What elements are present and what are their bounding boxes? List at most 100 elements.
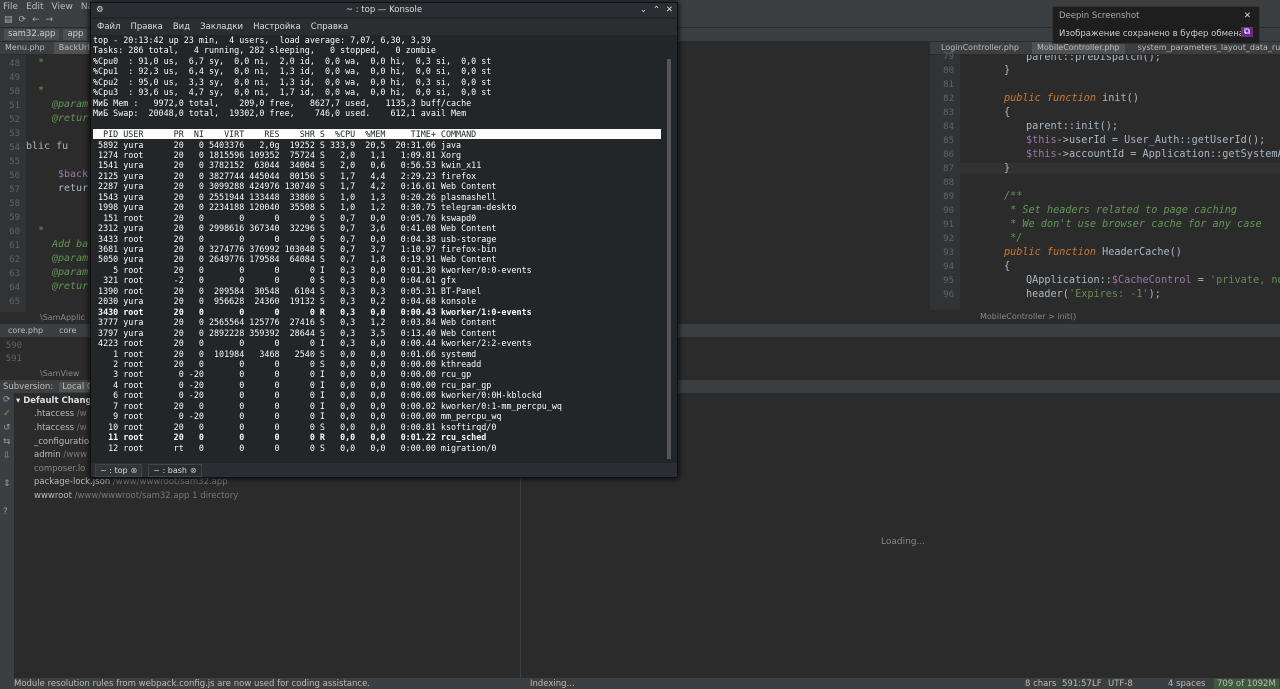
sync-icon[interactable]: ⟳	[19, 15, 27, 25]
vcs-item[interactable]: wwwroot /www/wwwroot/sam32.app 1 directo…	[34, 491, 238, 501]
status-indent[interactable]: 4 spaces	[1168, 679, 1205, 689]
right-code-editor[interactable]: parent::preDispatch(); } public function…	[960, 55, 1280, 310]
line-number: 84	[943, 122, 954, 132]
konsole-menubar: Файл Правка Вид Закладки Настройка Справ…	[91, 19, 677, 35]
status-selection: 8 chars	[1025, 678, 1057, 689]
line-number: 52	[9, 115, 20, 125]
konsole-titlebar[interactable]: ⚙ ~ : top — Konsole ⌄ ⌃ ✕	[91, 3, 677, 17]
line-number: 92	[943, 234, 954, 244]
breadcrumb-app[interactable]: app	[63, 29, 88, 40]
tab-menu-php[interactable]: Menu.php	[0, 42, 50, 54]
close-tab-icon[interactable]: ⊗	[131, 465, 138, 476]
line-number: 88	[943, 178, 954, 188]
terminal-scrollbar[interactable]	[667, 59, 671, 459]
konsole-window[interactable]: ⚙ ~ : top — Konsole ⌄ ⌃ ✕ Файл Правка Ви…	[90, 2, 678, 478]
menu-edit[interactable]: Edit	[26, 2, 43, 12]
process-row: 2312 yura 20 0 2998616 367340 32296 S 0,…	[93, 223, 497, 234]
tab-core-php[interactable]: core.php	[3, 325, 48, 337]
menu-view[interactable]: View	[52, 2, 73, 12]
status-memory[interactable]: 709 of 1092M	[1214, 678, 1279, 689]
status-indexing[interactable]: Indexing...	[530, 679, 575, 689]
code-line: @retur	[52, 281, 89, 292]
code-line-current: }	[960, 163, 1280, 174]
update-icon[interactable]: ⇩	[3, 451, 11, 461]
line-number: 56	[9, 171, 20, 181]
code-line: */	[1004, 233, 1023, 244]
vcs-item[interactable]: composer.lo	[34, 464, 85, 474]
menu-file[interactable]: File	[3, 2, 18, 12]
vcs-item[interactable]: .htaccess /w	[34, 423, 87, 433]
process-row: 2287 yura 20 0 3099288 424976 130740 S 1…	[93, 181, 497, 192]
process-row: 4223 root 20 0 0 0 0 I 0,3 0,0 0:00.44 k…	[93, 338, 532, 349]
line-number: 94	[943, 262, 954, 272]
status-position[interactable]: 591:57	[1062, 679, 1092, 689]
back-icon[interactable]: ←	[32, 15, 40, 25]
top-summary-line: %Cpu0 : 91,0 us, 6,7 sy, 0,0 ni, 2,0 id,…	[93, 55, 492, 66]
status-encoding[interactable]: UTF-8	[1108, 679, 1133, 689]
process-row: 5 root 20 0 0 0 0 I 0,3 0,0 0:01.30 kwor…	[93, 264, 532, 275]
crop-icon: ⧉	[1240, 27, 1253, 37]
window-menu-icon[interactable]: ⚙	[96, 3, 104, 17]
process-row: 10 root 20 0 0 0 0 S 0,0 0,0 0:00.81 kso…	[93, 421, 497, 432]
menu-file[interactable]: Файл	[97, 22, 120, 32]
vcs-item[interactable]: .htaccess /w	[34, 409, 87, 419]
menu-settings[interactable]: Настройка	[253, 22, 301, 32]
menu-bookmarks[interactable]: Закладки	[200, 22, 243, 32]
notification-message: Изображение сохранено в буфер обмена	[1059, 29, 1245, 39]
forward-icon[interactable]: →	[46, 15, 54, 25]
commit-icon[interactable]: ✓	[3, 409, 11, 419]
right-line-gutter: 79 80 81 82 83 84 85 86 87 88 89 90 91 92 93 94 95 96	[930, 52, 960, 310]
maximize-icon[interactable]: ⌃	[653, 3, 660, 17]
close-icon[interactable]: ✕	[666, 3, 673, 17]
screenshot-notification[interactable]: Deepin Screenshot Изображение сохранено …	[1052, 6, 1260, 44]
line-number: 80	[943, 66, 954, 76]
mid-breadcrumb-left: \SamApplic	[40, 313, 85, 322]
line-number: 55	[9, 157, 20, 167]
line-number: 91	[943, 220, 954, 230]
line-number: 83	[943, 108, 954, 118]
code-line: {	[1004, 261, 1011, 272]
status-message[interactable]: Module resolution rules from webpack.con…	[14, 679, 370, 689]
left-code-editor[interactable]: * * @param @retur blic fu $back retur * Add ba @p…	[26, 55, 90, 312]
process-row: 12 root rt 0 0 0 0 S 0,0 0,0 0:00.00 mig…	[93, 442, 497, 453]
code-line: header('Expires: -1');	[1026, 289, 1161, 300]
line-number: 57	[9, 185, 20, 195]
code-line: @param	[52, 267, 89, 278]
line-number: 591	[5, 354, 22, 364]
process-table-header: PID USER PR NI VIRT RES SHR S %CPU %MEM …	[93, 129, 661, 140]
menu-edit[interactable]: Правка	[130, 22, 162, 32]
process-row: 3777 yura 20 0 2565564 125776 27416 S 0,…	[93, 317, 497, 328]
line-number: 65	[9, 297, 20, 307]
vcs-item[interactable]: _configuratio	[34, 437, 89, 447]
close-tab-icon[interactable]: ⊗	[190, 465, 197, 476]
vcs-item[interactable]: admin /www	[34, 450, 87, 460]
terminal-output[interactable]: top - 20:13:42 up 23 min, 4 users, load …	[93, 35, 663, 463]
process-row: 2 root 20 0 0 0 0 S 0,0 0,0 0:00.00 kthr…	[93, 358, 482, 369]
save-icon[interactable]: ▤	[4, 15, 13, 25]
line-number: 58	[9, 199, 20, 209]
status-line-ending[interactable]: LF	[1092, 679, 1102, 689]
line-number: 590	[5, 341, 22, 351]
menu-help[interactable]: Справка	[311, 22, 348, 32]
vcs-item[interactable]: package-lock.json /www/wwwroot/sam32.app	[34, 477, 228, 487]
top-summary-line: МиБ Swap: 20048,0 total, 19302,0 free, 7…	[93, 108, 467, 119]
process-row: 2125 yura 20 0 3827744 445044 80156 S 1,…	[93, 170, 477, 181]
help-icon[interactable]: ?	[3, 507, 8, 517]
top-summary-line: %Cpu2 : 95,0 us, 3,3 sy, 0,0 ni, 1,3 id,…	[93, 76, 492, 87]
menu-view[interactable]: Вид	[173, 22, 190, 32]
diff-icon[interactable]: ⇆	[3, 437, 11, 447]
close-icon[interactable]: ✕	[1244, 11, 1251, 21]
line-number: 96	[943, 290, 954, 300]
refresh-icon[interactable]: ⟳	[3, 395, 11, 405]
process-row: 5892 yura 20 0 5403376 2,0g 19252 S 333,…	[93, 139, 462, 150]
minimize-icon[interactable]: ⌄	[640, 3, 647, 17]
tab-bash[interactable]: ~ : bash ⊗	[148, 463, 202, 477]
revert-icon[interactable]: ↺	[3, 423, 11, 433]
expand-icon[interactable]: ⇕	[3, 479, 11, 489]
breadcrumb-project[interactable]: sam32.app	[4, 29, 60, 40]
tab-backurl[interactable]: BackUrl	[53, 42, 95, 54]
default-changelist[interactable]: ▾ Default Changel	[16, 396, 100, 406]
tab-top[interactable]: ~ : top ⊗	[95, 463, 143, 477]
tab-core[interactable]: core	[54, 325, 81, 337]
line-number: 95	[943, 276, 954, 286]
